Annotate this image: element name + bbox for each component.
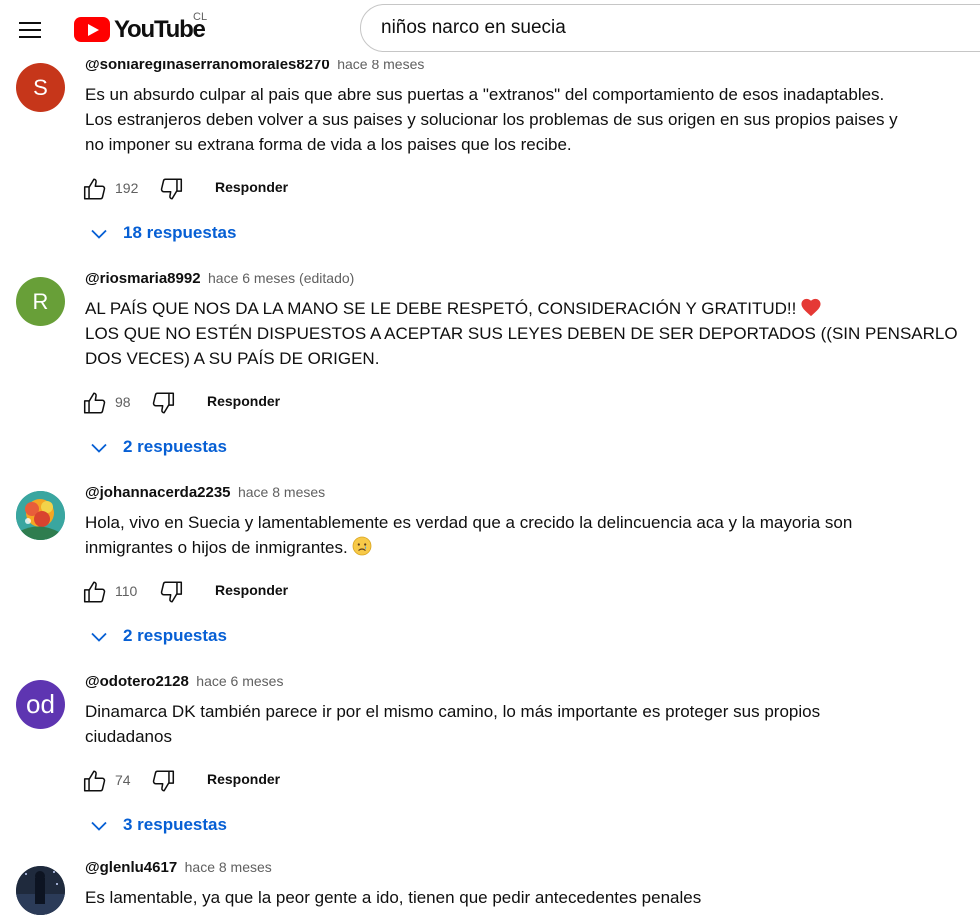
thumbs-down-icon <box>152 392 175 414</box>
hamburger-line <box>19 22 41 24</box>
comment-line: Los estranjeros deben volver a sus paise… <box>85 110 898 129</box>
avatar-letter: R <box>32 288 49 314</box>
comment-line: AL PAÍS QUE NOS DA LA MANO SE LE DEBE RE… <box>85 296 935 321</box>
comment-line: LOS QUE NO ESTÉN DISPUESTOS A ACEPTAR SU… <box>85 324 958 343</box>
comment-time[interactable]: hace 6 meses (editado) <box>208 270 354 286</box>
avatar[interactable]: S <box>16 63 65 112</box>
chevron-down-icon <box>91 821 107 831</box>
like-button[interactable] <box>82 768 108 794</box>
thumbs-down-icon <box>152 770 175 792</box>
comment-text: AL PAÍS QUE NOS DA LA MANO SE LE DEBE RE… <box>85 296 958 371</box>
comment-line: inmigrantes o hijos de inmigrantes. <box>85 535 935 560</box>
flower-avatar-image <box>16 491 65 540</box>
comment-line: no imponer su extrana forma de vida a lo… <box>85 135 572 154</box>
reply-button[interactable]: Responder <box>207 771 280 787</box>
comment-time[interactable]: hace 6 meses <box>196 673 283 689</box>
replies-count: 3 respuestas <box>123 815 227 834</box>
menu-button[interactable] <box>14 14 46 46</box>
comment-header: @glenlu4617 hace 8 meses <box>85 859 272 877</box>
dislike-button[interactable] <box>158 579 184 605</box>
chevron-down-icon <box>91 443 107 453</box>
dislike-button[interactable] <box>150 390 176 416</box>
comment-author[interactable]: @odotero2128 <box>85 673 189 690</box>
comment-line: Es lamentable, ya que la peor gente a id… <box>85 888 702 907</box>
crying-face-icon <box>352 536 372 556</box>
chevron-down-icon <box>91 632 107 642</box>
replies-count: 18 respuestas <box>123 223 237 242</box>
night-scene-avatar-image <box>16 866 65 915</box>
like-count: 192 <box>115 180 139 196</box>
youtube-logo[interactable]: YouTube CL <box>74 11 214 45</box>
red-heart-icon <box>801 298 821 317</box>
thumbs-down-icon <box>160 581 183 603</box>
comment-header: @odotero2128 hace 6 meses <box>85 673 283 691</box>
comment-line: ciudadanos <box>85 727 172 746</box>
comment-header: @johannacerda2235 hace 8 meses <box>85 484 325 502</box>
comment-time[interactable]: hace 8 meses <box>238 484 325 500</box>
hamburger-line <box>19 29 41 31</box>
country-code: CL <box>193 11 208 23</box>
avatar[interactable] <box>16 866 65 915</box>
comment-author[interactable]: @riosmaria8992 <box>85 270 201 287</box>
comment-line-text: AL PAÍS QUE NOS DA LA MANO SE LE DEBE RE… <box>85 299 797 318</box>
comment-line: Hola, vivo en Suecia y lamentablemente e… <box>85 513 853 532</box>
search-box[interactable] <box>360 4 980 52</box>
avatar[interactable] <box>16 491 65 540</box>
avatar[interactable]: R <box>16 277 65 326</box>
like-count: 74 <box>115 772 131 788</box>
thumbs-down-icon <box>160 178 183 200</box>
thumbs-up-icon <box>83 770 106 792</box>
thumbs-up-icon <box>83 581 106 603</box>
comment-line: Es un absurdo culpar al pais que abre su… <box>85 85 885 104</box>
comment-text: Dinamarca DK también parece ir por el mi… <box>85 699 935 749</box>
comment-text: Es un absurdo culpar al pais que abre su… <box>85 82 935 157</box>
comment-line: Dinamarca DK también parece ir por el mi… <box>85 702 821 721</box>
play-logo-icon <box>74 17 110 42</box>
thumbs-up-icon <box>83 178 106 200</box>
comment-header: @riosmaria8992 hace 6 meses (editado) <box>85 270 354 288</box>
like-count: 98 <box>115 394 131 410</box>
comment-text: Es lamentable, ya que la peor gente a id… <box>85 885 935 910</box>
avatar-letter: od <box>26 689 55 719</box>
replies-count: 2 respuestas <box>123 437 227 456</box>
avatar-letter: S <box>33 74 48 100</box>
comment-time[interactable]: hace 8 meses <box>185 859 272 875</box>
comment-author[interactable]: @johannacerda2235 <box>85 484 231 501</box>
reply-button[interactable]: Responder <box>215 179 288 195</box>
hamburger-line <box>19 36 41 38</box>
like-button[interactable] <box>82 390 108 416</box>
thumbs-up-icon <box>83 392 106 414</box>
like-button[interactable] <box>82 176 108 202</box>
comment-line-text: inmigrantes o hijos de inmigrantes. <box>85 538 348 557</box>
comment-author[interactable]: @glenlu4617 <box>85 859 177 876</box>
like-count: 110 <box>115 583 138 599</box>
chevron-down-icon <box>91 229 107 239</box>
dislike-button[interactable] <box>158 176 184 202</box>
search-input[interactable] <box>381 13 961 43</box>
dislike-button[interactable] <box>150 768 176 794</box>
reply-button[interactable]: Responder <box>207 393 280 409</box>
masthead: YouTube CL <box>0 0 980 60</box>
comment-line: DOS VECES) A SU PAÍS DE ORIGEN. <box>85 349 380 368</box>
like-button[interactable] <box>82 579 108 605</box>
comment-text: Hola, vivo en Suecia y lamentablemente e… <box>85 510 935 560</box>
reply-button[interactable]: Responder <box>215 582 288 598</box>
logo-text: YouTube <box>114 16 206 43</box>
avatar[interactable]: od <box>16 680 65 729</box>
replies-count: 2 respuestas <box>123 626 227 645</box>
